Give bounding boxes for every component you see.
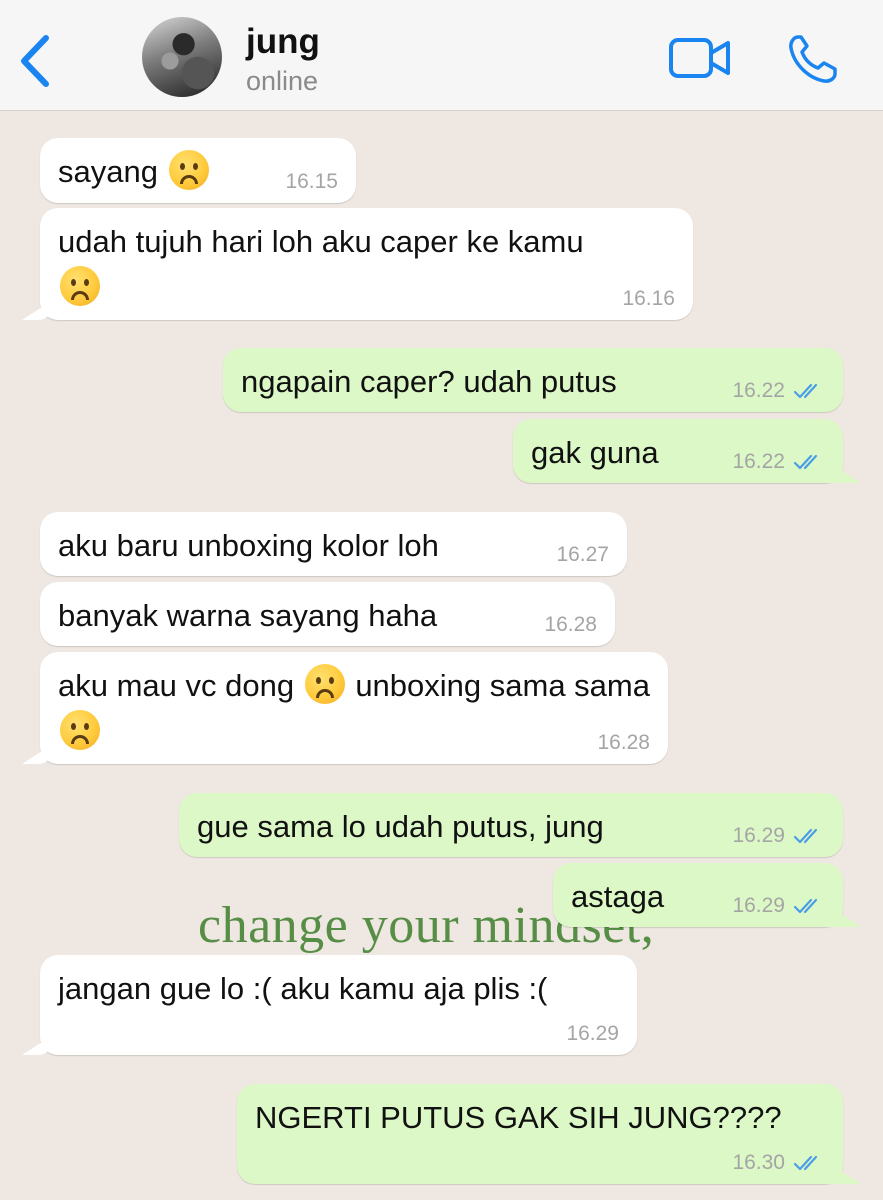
- message-time: 16.16: [622, 287, 675, 310]
- sad-face-emoji: [168, 150, 209, 190]
- message-incoming[interactable]: aku mau vc dong unboxing sama sama 16.28: [40, 652, 668, 764]
- message-time: 16.28: [597, 731, 650, 754]
- voice-call-button[interactable]: [786, 34, 838, 84]
- message-text: astaga: [571, 879, 665, 914]
- message-outgoing[interactable]: gak guna 16.22: [513, 419, 843, 483]
- message-incoming[interactable]: aku baru unboxing kolor loh 16.27: [40, 512, 627, 576]
- read-receipt-icon: [793, 898, 818, 914]
- read-receipt-icon: [793, 1155, 818, 1171]
- message-time: 16.29: [566, 1022, 619, 1045]
- message-outgoing[interactable]: astaga 16.29: [553, 863, 843, 927]
- message-time: 16.27: [556, 543, 609, 566]
- message-incoming[interactable]: sayang 16.15: [40, 138, 356, 203]
- message-time: 16.30: [732, 1151, 785, 1174]
- message-outgoing[interactable]: ngapain caper? udah putus 16.22: [223, 348, 843, 412]
- message-time: 16.28: [544, 613, 597, 636]
- message-time: 16.29: [732, 894, 785, 917]
- message-text: banyak warna sayang haha: [58, 598, 438, 633]
- phone-icon: [789, 35, 837, 83]
- message-time: 16.29: [732, 824, 785, 847]
- read-receipt-icon: [793, 828, 818, 844]
- read-receipt-icon: [793, 383, 818, 399]
- sad-face-emoji: [60, 266, 100, 306]
- message-text: gue sama lo udah putus, jung: [197, 809, 604, 844]
- message-outgoing[interactable]: gue sama lo udah putus, jung 16.29: [179, 793, 843, 857]
- chat-header: jung online: [0, 0, 883, 111]
- message-text: NGERTI PUTUS GAK SIH JUNG????: [255, 1100, 782, 1135]
- message-incoming[interactable]: udah tujuh hari loh aku caper ke kamu 16…: [40, 208, 693, 320]
- sad-face-emoji: [304, 664, 345, 704]
- back-chevron-icon: [21, 35, 49, 87]
- sad-face-emoji: [60, 710, 100, 750]
- message-incoming[interactable]: jangan gue lo :( aku kamu aja plis :( 16…: [40, 955, 637, 1055]
- contact-status: online: [246, 66, 319, 96]
- read-receipt-icon: [793, 454, 818, 470]
- message-time: 16.15: [285, 170, 338, 193]
- message-time: 16.22: [732, 379, 785, 402]
- message-text: aku baru unboxing kolor loh: [58, 528, 439, 563]
- message-outgoing[interactable]: NGERTI PUTUS GAK SIH JUNG???? 16.30: [237, 1084, 843, 1184]
- message-text: aku mau vc dong unboxing sama sama: [58, 663, 650, 755]
- message-incoming[interactable]: banyak warna sayang haha 16.28: [40, 582, 615, 646]
- contact-name[interactable]: jung: [246, 22, 320, 62]
- message-time: 16.22: [732, 450, 785, 473]
- message-text: udah tujuh hari loh aku caper ke kamu: [58, 219, 675, 311]
- video-camera-icon: [669, 38, 730, 78]
- message-text: jangan gue lo :( aku kamu aja plis :(: [58, 971, 548, 1006]
- video-call-button[interactable]: [668, 36, 732, 80]
- back-button[interactable]: [14, 32, 58, 90]
- contact-avatar[interactable]: [142, 17, 222, 97]
